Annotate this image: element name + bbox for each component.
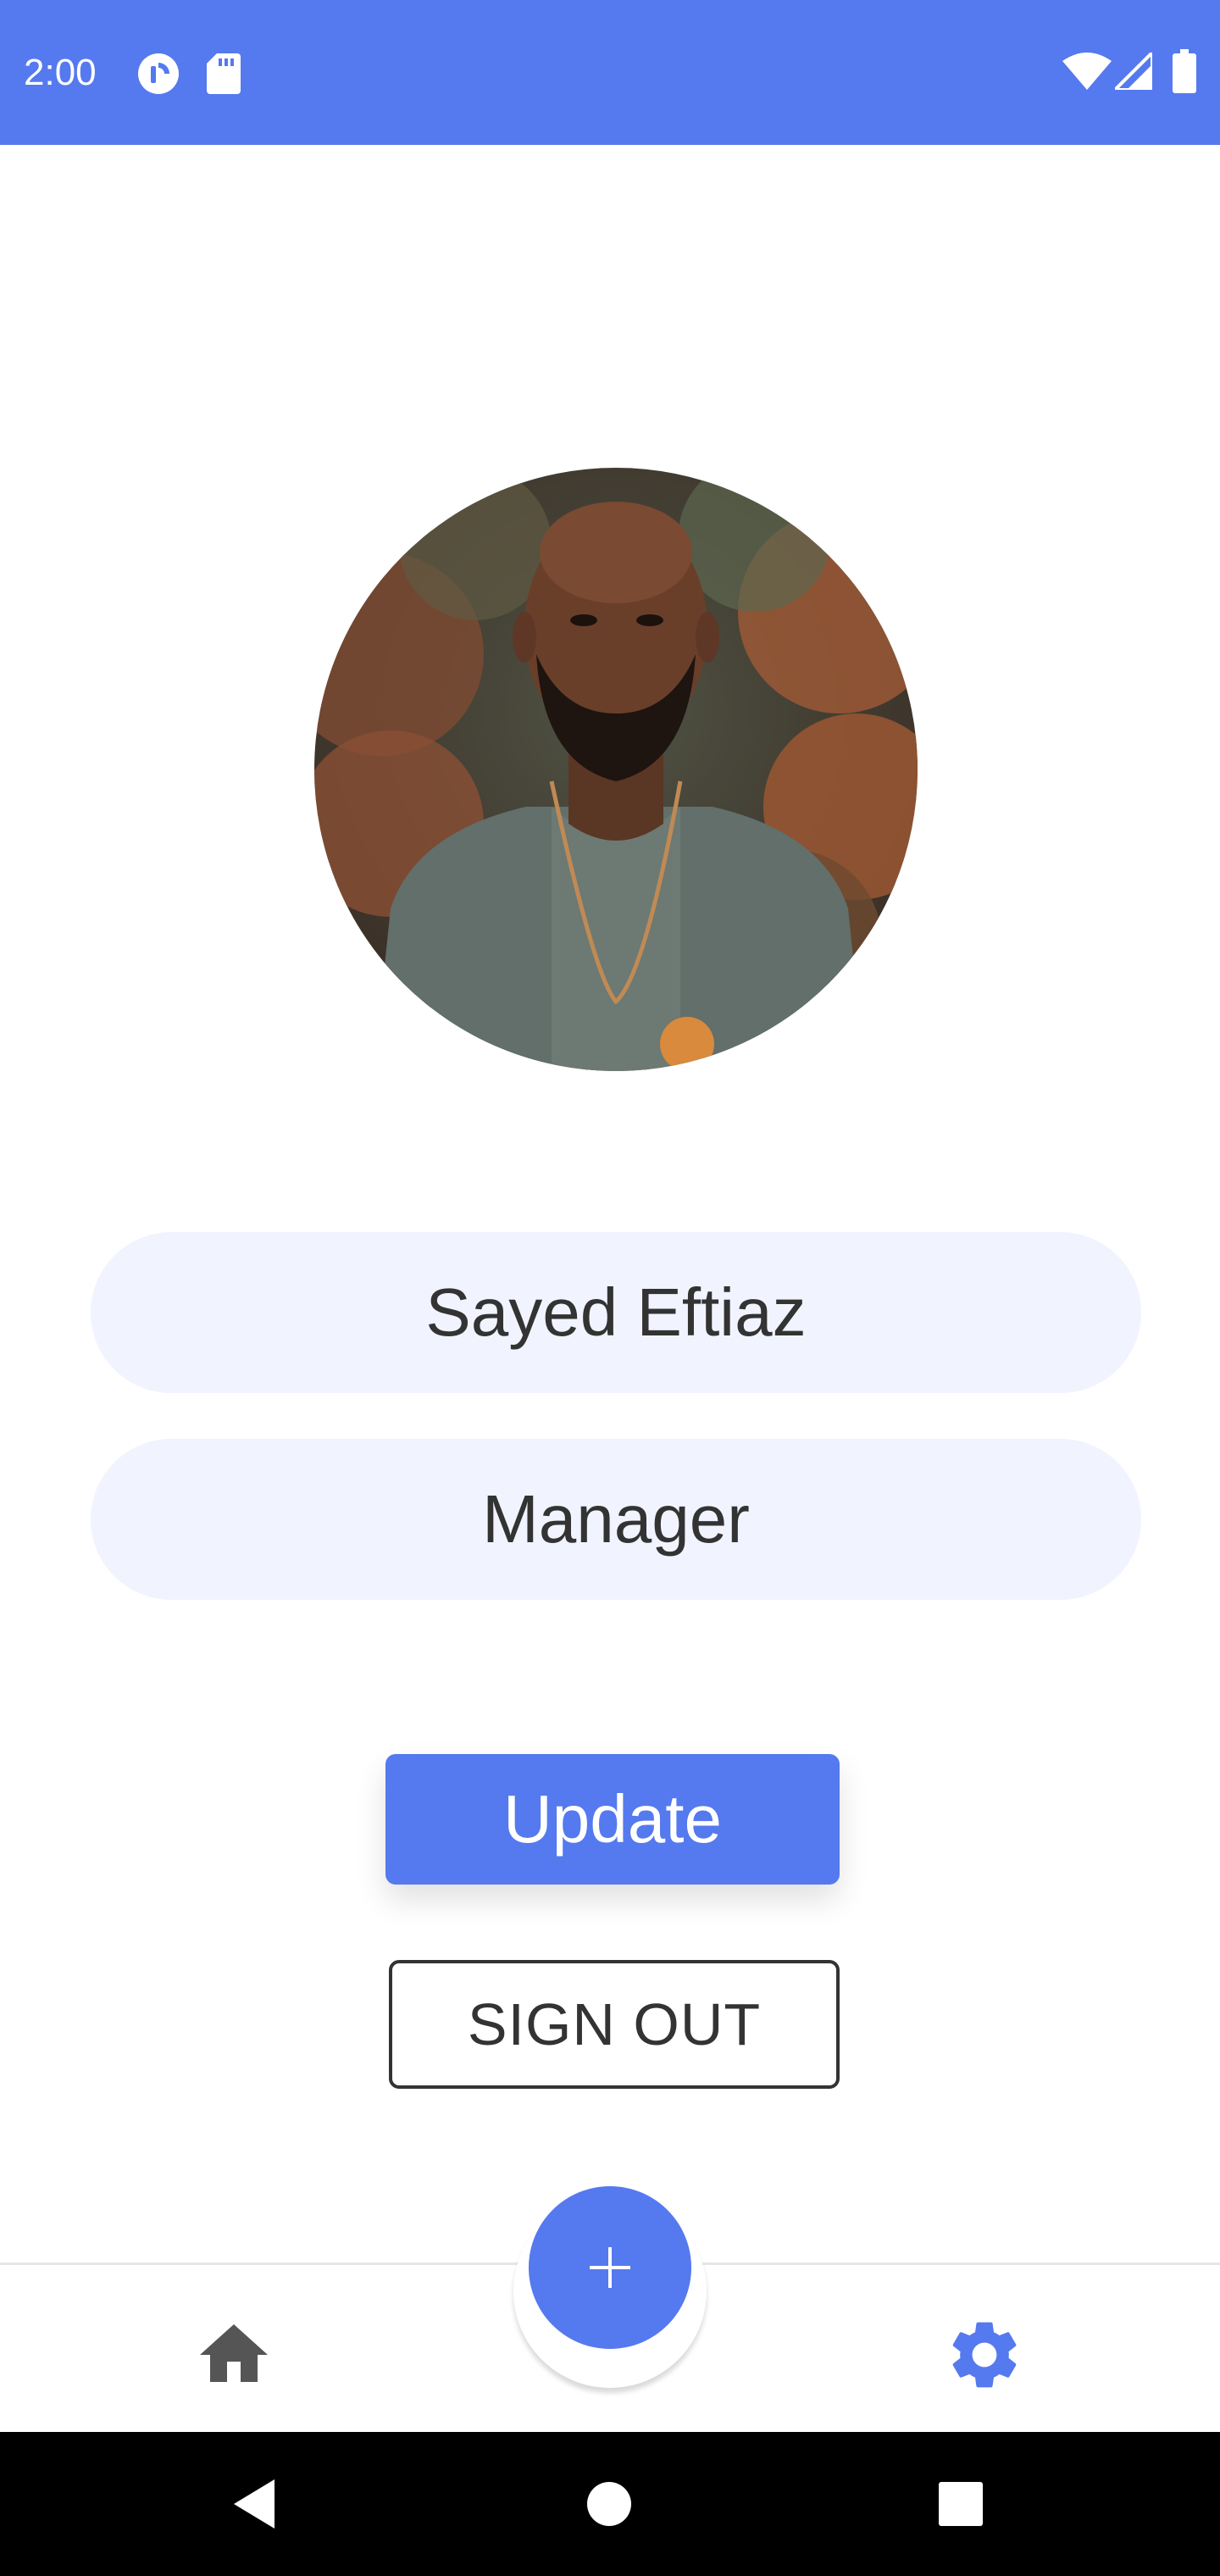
cellular-signal-icon (1115, 53, 1152, 90)
profile-photo (314, 468, 918, 1071)
name-text: Sayed Eftiaz (425, 1274, 807, 1350)
home-circle-icon[interactable] (586, 2481, 632, 2527)
settings-gear-icon[interactable] (944, 2314, 1025, 2396)
role-text: Manager (482, 1481, 750, 1557)
battery-icon (1173, 49, 1196, 93)
system-navigation-bar (0, 2432, 1220, 2576)
back-icon[interactable] (230, 2478, 278, 2530)
home-icon[interactable] (193, 2314, 274, 2396)
name-field[interactable]: Sayed Eftiaz (91, 1232, 1141, 1393)
role-field[interactable]: Manager (91, 1439, 1141, 1600)
plus-icon (590, 2247, 630, 2288)
status-bar: 2:00 (0, 0, 1220, 145)
profile-avatar[interactable] (314, 468, 918, 1071)
wifi-icon (1062, 53, 1112, 90)
update-button[interactable]: Update (385, 1754, 840, 1885)
sign-out-button-label: SIGN OUT (467, 1991, 762, 2057)
add-fab-button[interactable] (529, 2186, 691, 2349)
pocket-casts-icon (138, 53, 179, 94)
update-button-label: Update (503, 1781, 722, 1857)
sign-out-button[interactable]: SIGN OUT (389, 1960, 840, 2089)
status-time: 2:00 (24, 52, 97, 93)
recents-icon[interactable] (939, 2482, 983, 2526)
sd-card-icon (207, 53, 241, 94)
